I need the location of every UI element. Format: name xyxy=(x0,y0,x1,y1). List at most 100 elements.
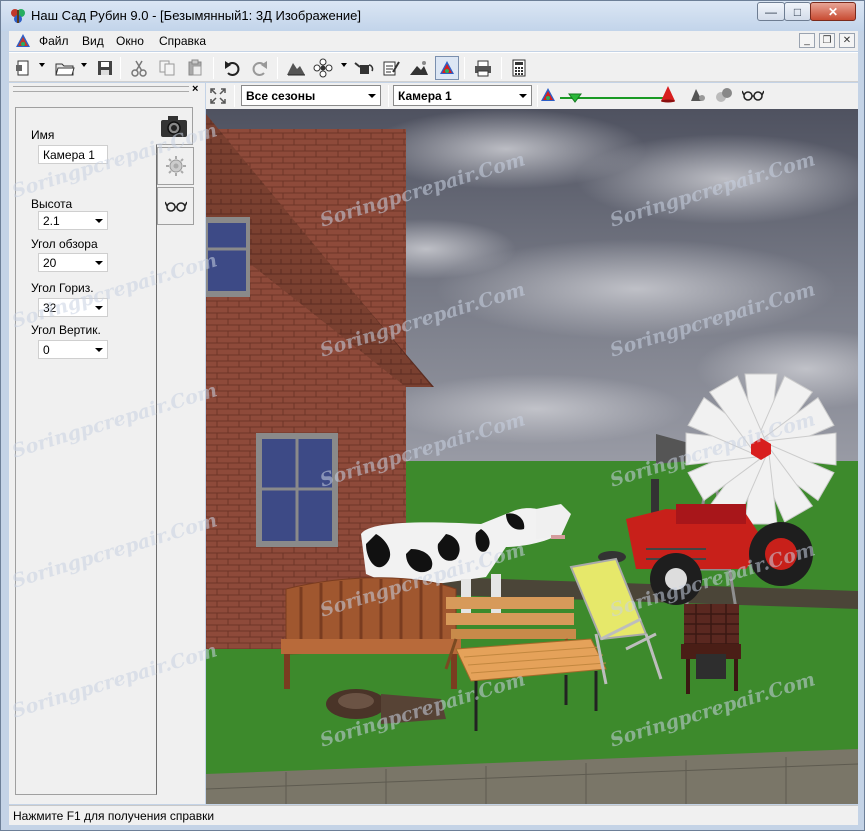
house-window-upper xyxy=(206,217,250,297)
status-bar: Нажмите F1 для получения справки xyxy=(9,805,858,825)
fov-select[interactable]: 20 xyxy=(38,253,108,272)
hangle-label: Угол Гориз. xyxy=(31,281,94,295)
menu-help[interactable]: Справка xyxy=(159,34,206,48)
open-folder-icon xyxy=(55,63,75,76)
minimize-icon: — xyxy=(765,4,777,19)
view-toolbar: Все сезоны Камера 1 xyxy=(206,83,858,109)
3d-viewport[interactable]: Soringpcrepair.Com Soringpcrepair.Com So… xyxy=(206,109,858,804)
print-button[interactable] xyxy=(471,56,495,80)
fov-label: Угол обзора xyxy=(31,237,98,251)
stereo-glasses-icon[interactable] xyxy=(742,89,764,101)
copy-button[interactable] xyxy=(155,56,179,80)
app-window: Наш Сад Рубин 9.0 - [Безымянный1: 3Д Изо… xyxy=(0,0,865,831)
new-button[interactable] xyxy=(11,56,35,80)
name-label: Имя xyxy=(31,128,55,142)
weather-tool-icon[interactable] xyxy=(714,85,734,105)
3d-view-icon xyxy=(440,61,454,74)
paste-icon xyxy=(188,59,202,76)
maximize-icon: □ xyxy=(793,4,802,19)
open-dropdown-arrow[interactable] xyxy=(81,63,87,67)
document-logo-icon[interactable] xyxy=(15,33,31,49)
mdi-restore-button[interactable]: ❐ xyxy=(819,33,835,48)
open-button[interactable] xyxy=(53,56,77,80)
height-select[interactable]: 2.1 xyxy=(38,211,108,230)
dock-header: × xyxy=(9,83,205,97)
menu-bar: Файл Вид Окно Справка _ ❐ ✕ xyxy=(9,31,858,51)
tab-lighting[interactable] xyxy=(157,147,194,185)
dock-close-button[interactable]: × xyxy=(192,83,198,95)
tab-stereo[interactable] xyxy=(157,187,194,225)
season-select-value: Все сезоны xyxy=(246,89,316,103)
menu-file[interactable]: Файл xyxy=(39,34,69,48)
camera-properties-panel: Имя Камера 1 Высота 2.1 Угол обзора 20 У… xyxy=(9,97,205,804)
expand-icon xyxy=(210,88,226,104)
save-button[interactable] xyxy=(93,56,117,80)
calculator-icon xyxy=(512,59,526,77)
copy-icon xyxy=(159,60,175,76)
cut-button[interactable] xyxy=(127,56,151,80)
mdi-minimize-button[interactable]: _ xyxy=(799,33,815,48)
light-source-icon[interactable] xyxy=(540,86,560,104)
lighting-slider-thumb[interactable] xyxy=(568,93,582,103)
main-toolbar xyxy=(9,52,858,82)
fov-value: 20 xyxy=(43,256,57,270)
status-text: Нажмите F1 для получения справки xyxy=(13,809,215,823)
close-icon: ✕ xyxy=(827,4,839,19)
house-window-lower xyxy=(256,433,338,547)
flower-icon xyxy=(313,58,333,78)
camera-select-value: Камера 1 xyxy=(398,89,452,103)
plants-button[interactable] xyxy=(311,56,335,80)
camera-properties-page: Имя Камера 1 Высота 2.1 Угол обзора 20 У… xyxy=(15,107,157,795)
watering-button[interactable] xyxy=(352,56,376,80)
notepad-pencil-icon xyxy=(383,61,400,76)
mdi-close-button[interactable]: ✕ xyxy=(839,33,855,48)
camera-select[interactable]: Камера 1 xyxy=(393,85,532,106)
height-value: 2.1 xyxy=(43,214,60,228)
camera-name-field[interactable]: Камера 1 xyxy=(38,145,108,164)
close-window-button[interactable]: ✕ xyxy=(810,2,856,21)
sun-gear-icon xyxy=(165,156,186,176)
calculator-button[interactable] xyxy=(507,56,531,80)
vangle-value: 0 xyxy=(43,343,50,357)
app-logo-icon xyxy=(11,9,25,23)
height-label: Высота xyxy=(31,197,73,211)
new-dropdown-arrow[interactable] xyxy=(39,63,45,67)
plants-dropdown-arrow[interactable] xyxy=(341,63,347,67)
watering-can-icon xyxy=(354,62,374,74)
vangle-select[interactable]: 0 xyxy=(38,340,108,359)
glasses-icon xyxy=(164,201,187,212)
terrain-icon xyxy=(287,63,305,76)
undo-icon xyxy=(225,61,240,76)
vangle-label: Угол Вертик. xyxy=(31,323,101,337)
landscape-button[interactable] xyxy=(407,56,431,80)
mdi-close-icon: ✕ xyxy=(842,35,852,46)
minimize-button[interactable]: — xyxy=(757,2,785,21)
3d-view-button[interactable] xyxy=(435,56,459,80)
hangle-select[interactable]: 32 xyxy=(38,298,108,317)
undo-button[interactable] xyxy=(220,56,244,80)
menu-view[interactable]: Вид xyxy=(82,34,104,48)
3d-scene[interactable] xyxy=(206,109,858,804)
printer-icon xyxy=(475,60,491,77)
menu-window[interactable]: Окно xyxy=(116,34,144,48)
tab-camera[interactable] xyxy=(156,107,193,145)
landscape-icon xyxy=(410,61,428,75)
window-title: Наш Сад Рубин 9.0 - [Безымянный1: 3Д Изо… xyxy=(31,8,361,23)
light-red-cone-icon[interactable] xyxy=(660,85,676,103)
maximize-button[interactable]: □ xyxy=(784,2,811,21)
camera-icon xyxy=(161,116,187,137)
shadow-tool-icon[interactable] xyxy=(690,87,706,103)
title-bar: Наш Сад Рубин 9.0 - [Безымянный1: 3Д Изо… xyxy=(1,1,864,31)
mdi-minimize-icon: _ xyxy=(804,35,810,46)
new-document-icon xyxy=(16,60,29,76)
terrain-tool-button[interactable] xyxy=(284,56,308,80)
fit-view-button[interactable] xyxy=(206,84,230,108)
camera-name-value: Камера 1 xyxy=(43,148,95,162)
dock-grip[interactable] xyxy=(13,86,189,92)
redo-button[interactable] xyxy=(248,56,272,80)
season-select[interactable]: Все сезоны xyxy=(241,85,381,106)
mdi-restore-icon: ❐ xyxy=(822,35,832,46)
redo-icon xyxy=(252,61,267,76)
paste-button[interactable] xyxy=(183,56,207,80)
notes-button[interactable] xyxy=(379,56,403,80)
